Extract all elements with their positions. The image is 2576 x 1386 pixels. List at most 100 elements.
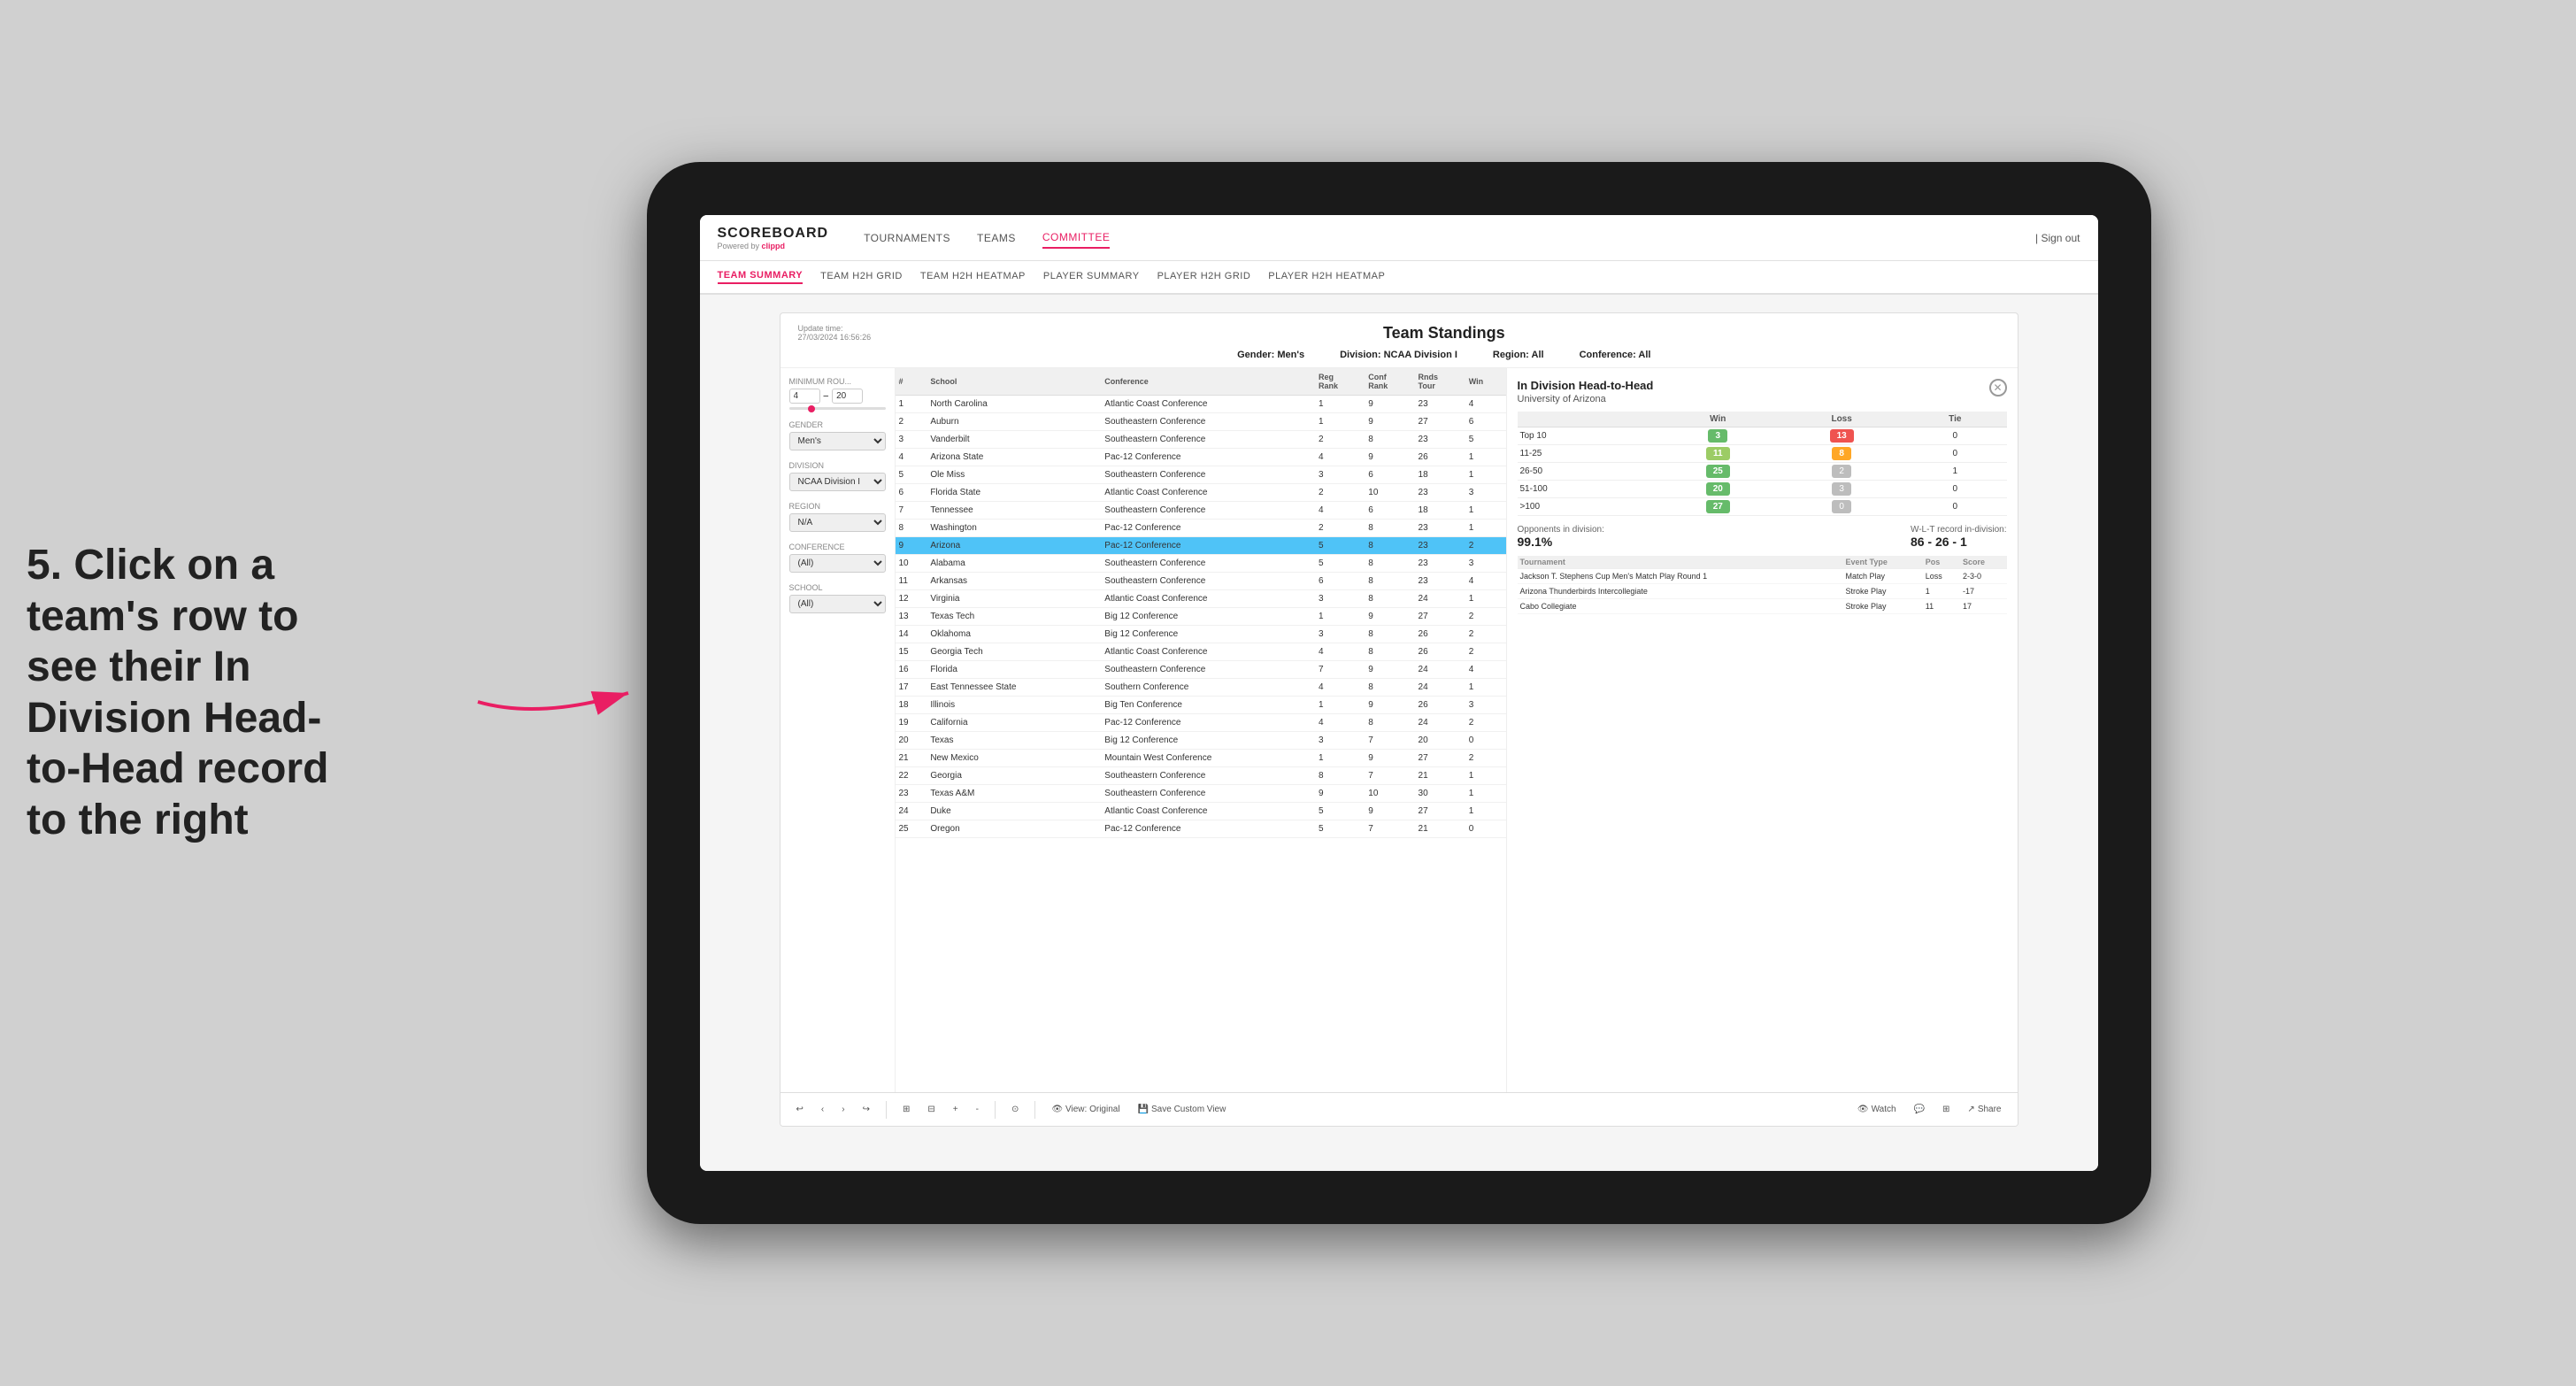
cell-wins: 1 [1465,785,1506,803]
sub-nav: TEAM SUMMARY TEAM H2H GRID TEAM H2H HEAT… [700,261,2098,295]
plus-button[interactable]: + [948,1102,964,1117]
cell-reg: 3 [1315,626,1365,643]
step-back-button[interactable]: ‹ [816,1102,829,1117]
table-row[interactable]: 15 Georgia Tech Atlantic Coast Conferenc… [896,643,1506,661]
table-row[interactable]: 14 Oklahoma Big 12 Conference 3 8 26 2 [896,626,1506,643]
cell-wins: 2 [1465,750,1506,767]
col-rank: # [896,368,927,396]
crop-button[interactable]: ⊞ [897,1102,915,1117]
main-content: Update time: 27/03/2024 16:56:26 Team St… [700,295,2098,1171]
share-button[interactable]: ↗ Share [1962,1102,2006,1117]
comment-button[interactable]: 💬 [1909,1102,1930,1117]
view-original-button[interactable]: 👁 View: Original [1046,1102,1125,1117]
gender-select[interactable]: Men's Women's [789,432,886,450]
school-select[interactable]: (All) [789,595,886,613]
cell-wins: 1 [1465,502,1506,520]
sub-nav-team-summary[interactable]: TEAM SUMMARY [718,270,804,284]
h2h-tie: 0 [1903,498,2006,516]
table-row[interactable]: 9 Arizona Pac-12 Conference 5 8 23 2 [896,537,1506,555]
min-rounds-input[interactable] [789,389,820,404]
cell-wins: 2 [1465,643,1506,661]
sub-nav-team-h2h-heatmap[interactable]: TEAM H2H HEATMAP [920,271,1026,283]
cell-reg: 1 [1315,413,1365,431]
table-row[interactable]: 10 Alabama Southeastern Conference 5 8 2… [896,555,1506,573]
h2h-win: 11 [1656,445,1780,463]
cell-reg: 5 [1315,820,1365,838]
cell-rank: 7 [896,502,927,520]
logo-sub: Powered by clippd [718,242,829,250]
cell-conference: Southeastern Conference [1101,785,1315,803]
table-row[interactable]: 5 Ole Miss Southeastern Conference 3 6 1… [896,466,1506,484]
step-forward-button[interactable]: › [836,1102,850,1117]
toolbar-sep-3 [1034,1101,1035,1119]
cell-conference: Southeastern Conference [1101,466,1315,484]
table-row[interactable]: 13 Texas Tech Big 12 Conference 1 9 27 2 [896,608,1506,626]
nav-committee[interactable]: COMMITTEE [1042,227,1111,249]
cell-rank: 5 [896,466,927,484]
table-row[interactable]: 2 Auburn Southeastern Conference 1 9 27 … [896,413,1506,431]
cell-wins: 4 [1465,661,1506,679]
table-row[interactable]: 7 Tennessee Southeastern Conference 4 6 … [896,502,1506,520]
cell-school: Arizona State [927,449,1101,466]
table-row[interactable]: 17 East Tennessee State Southern Confere… [896,679,1506,697]
table-row[interactable]: 4 Arizona State Pac-12 Conference 4 9 26… [896,449,1506,466]
watch-button[interactable]: 👁 Watch [1852,1102,1902,1117]
clock-button[interactable]: ⊙ [1006,1102,1024,1117]
table-row[interactable]: 6 Florida State Atlantic Coast Conferenc… [896,484,1506,502]
minus-button[interactable]: - [971,1102,984,1117]
crop2-button[interactable]: ⊟ [922,1102,940,1117]
table-row[interactable]: 24 Duke Atlantic Coast Conference 5 9 27… [896,803,1506,820]
cell-school: Texas A&M [927,785,1101,803]
table-row[interactable]: 23 Texas A&M Southeastern Conference 9 1… [896,785,1506,803]
table-row[interactable]: 18 Illinois Big Ten Conference 1 9 26 3 [896,697,1506,714]
cell-conf: 9 [1365,413,1414,431]
nav-tournaments[interactable]: TOURNAMENTS [864,228,950,248]
cell-rnds: 27 [1415,608,1465,626]
table-row[interactable]: 8 Washington Pac-12 Conference 2 8 23 1 [896,520,1506,537]
cell-school: Vanderbilt [927,431,1101,449]
cell-conf: 8 [1365,573,1414,590]
school-filter-label: School [789,583,886,592]
cell-wins: 3 [1465,697,1506,714]
cell-reg: 1 [1315,396,1365,413]
table-row[interactable]: 21 New Mexico Mountain West Conference 1… [896,750,1506,767]
conference-select[interactable]: (All) [789,554,886,573]
h2h-close-button[interactable]: ✕ [1989,379,2007,397]
table-row[interactable]: 19 California Pac-12 Conference 4 8 24 2 [896,714,1506,732]
table-row[interactable]: 12 Virginia Atlantic Coast Conference 3 … [896,590,1506,608]
undo-button[interactable]: ↩ [791,1102,809,1117]
cell-rnds: 20 [1415,732,1465,750]
annotation-text: 5. Click on a team's row to see their In… [27,540,363,846]
table-row[interactable]: 20 Texas Big 12 Conference 3 7 20 0 [896,732,1506,750]
opponents-label: Opponents in division: [1518,525,1604,535]
sub-nav-player-h2h-grid[interactable]: PLAYER H2H GRID [1157,271,1251,283]
filter-sidebar: Minimum Rou... – Gender [780,368,896,1092]
division-select[interactable]: NCAA Division I [789,473,886,491]
cell-school: Georgia Tech [927,643,1101,661]
tourney-col-type: Event Type [1843,556,1923,569]
max-rounds-input[interactable] [832,389,863,404]
cell-rank: 2 [896,413,927,431]
sub-nav-player-summary[interactable]: PLAYER SUMMARY [1043,271,1140,283]
table-row[interactable]: 22 Georgia Southeastern Conference 8 7 2… [896,767,1506,785]
table-row[interactable]: 11 Arkansas Southeastern Conference 6 8 … [896,573,1506,590]
table-row[interactable]: 25 Oregon Pac-12 Conference 5 7 21 0 [896,820,1506,838]
sub-nav-team-h2h-grid[interactable]: TEAM H2H GRID [820,271,903,283]
table-row[interactable]: 3 Vanderbilt Southeastern Conference 2 8… [896,431,1506,449]
grid-button[interactable]: ⊞ [1937,1102,1955,1117]
tourney-pos: Loss [1923,569,1960,584]
table-row[interactable]: 16 Florida Southeastern Conference 7 9 2… [896,661,1506,679]
sub-nav-player-h2h-heatmap[interactable]: PLAYER H2H HEATMAP [1268,271,1385,283]
redo-button[interactable]: ↪ [857,1102,875,1117]
cell-wins: 3 [1465,484,1506,502]
region-select[interactable]: N/A [789,513,886,532]
nav-teams[interactable]: TEAMS [977,228,1016,248]
cell-rank: 18 [896,697,927,714]
save-custom-button[interactable]: 💾 Save Custom View [1133,1102,1232,1117]
table-row[interactable]: 1 North Carolina Atlantic Coast Conferen… [896,396,1506,413]
cell-rnds: 27 [1415,803,1465,820]
cell-conf: 9 [1365,449,1414,466]
left-panel: Minimum Rou... – Gender [780,368,1506,1092]
sign-out-button[interactable]: | Sign out [2035,232,2080,244]
tournament-table: Tournament Event Type Pos Score Jackson … [1518,556,2007,614]
